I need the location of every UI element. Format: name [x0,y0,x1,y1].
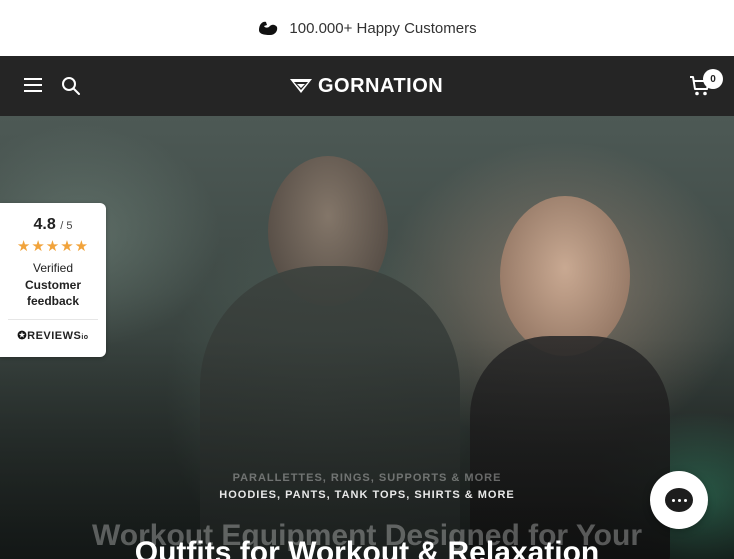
reviews-logo-star-icon: ✪ [17,330,28,342]
menu-icon[interactable] [24,78,42,92]
site-logo[interactable]: GORNATION [290,75,443,97]
search-icon[interactable] [61,76,81,96]
hero-banner[interactable]: PARALLETTES, RINGS, SUPPORTS & MORE HOOD… [0,116,734,559]
review-score-max: / 5 [60,220,73,232]
review-score: 4.8 / 5 [0,216,106,234]
star-rating-icon: ★★★★★ [16,238,90,255]
logo-mark-icon [290,79,312,93]
flexed-arm-icon [259,21,278,35]
chat-bubble-icon [665,488,693,512]
hero-subtitle-faded: PARALLETTES, RINGS, SUPPORTS & MORE [232,472,502,484]
logo-text: GORNATION [318,74,444,97]
reviews-io-logo: ✪REVIEWSio [0,329,106,342]
announcement-bar: 100.000+ Happy Customers [0,0,734,56]
reviews-divider [8,319,98,320]
customer-feedback-label: Customer feedback [24,278,81,308]
site-header: GORNATION 0 [0,56,734,116]
cart-count-badge[interactable]: 0 [703,69,723,89]
chat-button[interactable] [650,471,708,529]
verified-label: Verified [32,261,74,275]
reviews-brand-suffix: io [81,334,89,341]
hero-subtitle: HOODIES, PANTS, TANK TOPS, SHIRTS & MORE [219,489,515,501]
reviews-widget[interactable]: 4.8 / 5 ★★★★★ Verified Customer feedback… [0,203,106,357]
reviews-brand: REVIEWS [27,330,82,342]
hero-heading: Outfits for Workout & Relaxation [134,536,600,559]
review-score-value: 4.8 [33,216,56,233]
announcement-text: 100.000+ Happy Customers [289,19,477,37]
